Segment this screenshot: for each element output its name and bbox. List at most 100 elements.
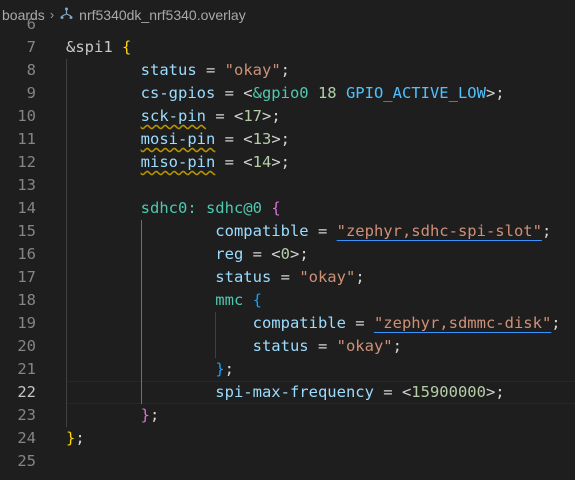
code-text: status = "okay"; (66, 266, 365, 289)
code-line[interactable]: 10 sck-pin = <17>; (0, 105, 575, 128)
line-number: 7 (26, 38, 36, 56)
code-text: cs-gpios = <&gpio0 18 GPIO_ACTIVE_LOW>; (66, 82, 505, 105)
code-line[interactable]: 16 reg = <0>; (0, 243, 575, 266)
code-token: { (271, 199, 281, 217)
code-token: GPIO_ACTIVE_LOW (345, 84, 486, 102)
code-line[interactable]: 22 spi-max-frequency = <15900000>; (0, 381, 575, 404)
code-editor[interactable]: 6 7 &spi1 {8 status = "okay"; 9 cs-gpios =… (0, 15, 575, 480)
code-token: = (345, 314, 374, 332)
code-line[interactable]: 24}; (0, 427, 575, 450)
code-token: } (66, 429, 76, 447)
code-line[interactable]: 7 &spi1 { (0, 36, 575, 59)
breadcrumb: boards › nrf5340dk_nrf5340.overlay (0, 0, 575, 29)
code-token: >; (485, 84, 505, 102)
line-number: 22 (17, 383, 36, 401)
line-number: 17 (17, 268, 36, 286)
line-number: 19 (17, 314, 36, 332)
code-line[interactable]: 17 status = "okay"; (0, 266, 575, 289)
code-token: = < (373, 383, 412, 401)
code-line[interactable]: 8 status = "okay"; (0, 59, 575, 82)
code-text: sck-pin = <17>; (66, 105, 281, 128)
code-line[interactable]: 19 compatible = "zephyr,sdmmc-disk"; (0, 312, 575, 335)
code-line[interactable]: 20 status = "okay"; (0, 335, 575, 358)
code-text: status = "okay"; (66, 59, 290, 82)
code-token: = < (205, 107, 244, 125)
code-token: ; (150, 406, 160, 424)
line-number: 20 (17, 337, 36, 355)
code-token: = (196, 61, 225, 79)
line-number: 18 (17, 291, 36, 309)
line-number: 15 (17, 222, 36, 240)
code-line[interactable]: 9 cs-gpios = <&gpio0 18 GPIO_ACTIVE_LOW>… (0, 82, 575, 105)
code-text: }; (66, 404, 160, 427)
code-token: >; (271, 130, 290, 148)
code-token: miso-pin (140, 153, 216, 171)
code-token: >; (261, 107, 281, 125)
code-text: reg = <0>; (66, 243, 309, 266)
code-token: reg (66, 245, 244, 263)
indent-guide (66, 59, 67, 427)
breadcrumb-file[interactable]: nrf5340dk_nrf5340.overlay (79, 7, 246, 23)
code-token: "zephyr,sdmmc-disk" (373, 314, 552, 332)
code-token: 15900000 (411, 383, 486, 401)
code-token: 18 (308, 84, 346, 102)
code-token: } (140, 406, 150, 424)
line-number: 8 (26, 61, 36, 79)
code-token: status (66, 268, 272, 286)
line-number: 13 (17, 176, 36, 194)
code-line[interactable]: 18 mmc { (0, 289, 575, 312)
code-token: 14 (252, 153, 272, 171)
code-token: } (215, 360, 225, 378)
code-token: >; (271, 153, 290, 171)
code-token: ; (355, 268, 365, 286)
devicetree-file-icon (60, 7, 73, 22)
code-line[interactable]: 23 }; (0, 404, 575, 427)
code-text: miso-pin = <14>; (66, 151, 290, 174)
code-token: "okay" (336, 337, 393, 355)
code-token: mmc (66, 291, 253, 309)
code-token: = (271, 268, 300, 286)
code-line[interactable]: 25 (0, 450, 575, 473)
code-token: compatible (66, 314, 346, 332)
code-token: >; (289, 245, 309, 263)
code-token: compatible (66, 222, 309, 240)
code-token: ; (224, 360, 234, 378)
code-text: }; (66, 358, 234, 381)
code-token: >; (485, 383, 505, 401)
code-token: cs-gpios (66, 84, 216, 102)
line-number: 10 (17, 107, 36, 125)
code-token: ; (392, 337, 402, 355)
line-number: 9 (26, 84, 36, 102)
code-token: status (66, 61, 197, 79)
code-token: ; (280, 61, 290, 79)
code-token: = (308, 222, 337, 240)
code-line[interactable]: 15 compatible = "zephyr,sdhc-spi-slot"; (0, 220, 575, 243)
code-token: 0 (280, 245, 290, 263)
code-token: status (66, 337, 309, 355)
code-text: sdhc0: sdhc@0 { (66, 197, 281, 220)
code-token: sdhc0: sdhc@0 (66, 199, 272, 217)
code-token: = < (215, 84, 253, 102)
code-line[interactable]: 13 (0, 174, 575, 197)
breadcrumb-separator-icon: › (49, 7, 55, 22)
code-line[interactable]: 14 sdhc0: sdhc@0 { (0, 197, 575, 220)
code-token: &spi1 (66, 38, 122, 56)
code-token: { (122, 38, 132, 56)
code-line[interactable]: 11 mosi-pin = <13>; (0, 128, 575, 151)
code-token: spi-max-frequency (66, 383, 374, 401)
code-line[interactable]: 12 miso-pin = <14>; (0, 151, 575, 174)
line-number: 14 (17, 199, 36, 217)
code-line[interactable]: 21 }; (0, 358, 575, 381)
code-token: { (252, 291, 262, 309)
line-number-partial: 6 (26, 15, 36, 33)
line-number: 21 (17, 360, 36, 378)
code-token: mosi-pin (140, 130, 216, 148)
code-token: = < (215, 153, 253, 171)
code-token: ; (75, 429, 85, 447)
code-text: spi-max-frequency = <15900000>; (66, 381, 505, 404)
code-token: 13 (252, 130, 272, 148)
